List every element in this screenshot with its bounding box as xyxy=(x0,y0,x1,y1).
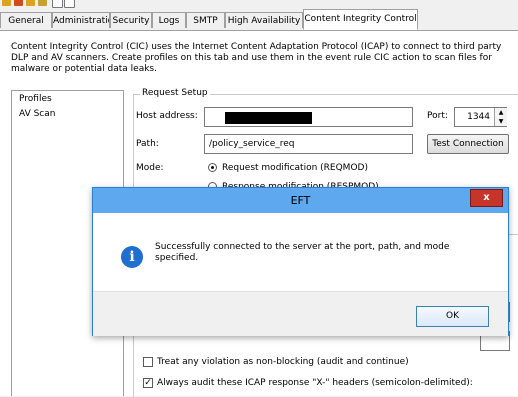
tab-bar: General Administration Security Logs SMT… xyxy=(0,8,518,31)
host-address-field[interactable] xyxy=(204,107,413,127)
toolbar-icon-1[interactable] xyxy=(2,0,11,6)
reqmod-radio[interactable] xyxy=(208,163,217,172)
port-spinner[interactable]: ▲ ▼ xyxy=(494,108,507,126)
tab-logs[interactable]: Logs xyxy=(152,12,186,28)
host-address-label: Host address: xyxy=(136,111,198,121)
non-blocking-checkbox[interactable] xyxy=(143,357,153,367)
tab-smtp[interactable]: SMTP xyxy=(186,12,225,28)
dialog-message: Successfully connected to the server at … xyxy=(155,242,450,263)
tab-security[interactable]: Security xyxy=(110,12,152,28)
toolbar xyxy=(0,0,518,8)
audit-headers-label: Always audit these ICAP response "X-" he… xyxy=(157,378,473,388)
mode-label: Mode: xyxy=(136,163,164,173)
tab-general[interactable]: General xyxy=(0,12,52,28)
non-blocking-label: Treat any violation as non-blocking (aud… xyxy=(157,357,409,367)
group-divider xyxy=(508,234,518,255)
request-setup-label: Request Setup xyxy=(140,88,210,98)
close-button[interactable]: x xyxy=(470,189,503,207)
spinner-up-icon[interactable]: ▲ xyxy=(495,108,507,117)
toolbar-icon-2[interactable] xyxy=(14,0,23,6)
toolbar-icon-3[interactable] xyxy=(26,0,35,6)
toolbar-icon-4[interactable] xyxy=(38,0,47,6)
path-label: Path: xyxy=(136,139,159,149)
audit-headers-checkbox[interactable]: ✓ xyxy=(143,378,153,388)
cic-description: Content Integrity Control (CIC) uses the… xyxy=(11,42,502,74)
ok-button[interactable]: OK xyxy=(416,306,489,327)
toolbar-icon-6[interactable] xyxy=(64,0,75,8)
tab-administration[interactable]: Administration xyxy=(52,12,110,28)
tab-high-availability[interactable]: High Availability xyxy=(225,12,303,28)
profiles-header: Profiles xyxy=(19,94,52,104)
path-field[interactable]: /policy_service_req xyxy=(204,134,413,154)
reqmod-label: Request modification (REQMOD) xyxy=(222,163,368,173)
dialog-title: EFT xyxy=(290,194,311,207)
test-connection-button[interactable]: Test Connection xyxy=(427,134,509,154)
toolbar-icon-5[interactable] xyxy=(52,0,63,8)
spinner-down-icon[interactable]: ▼ xyxy=(495,117,507,126)
port-label: Port: xyxy=(427,111,448,121)
info-icon: i xyxy=(121,246,143,268)
list-item-av-scan[interactable]: AV Scan xyxy=(19,109,55,119)
tab-content-integrity-control[interactable]: Content Integrity Control xyxy=(303,9,418,30)
redaction-mark xyxy=(225,112,312,124)
